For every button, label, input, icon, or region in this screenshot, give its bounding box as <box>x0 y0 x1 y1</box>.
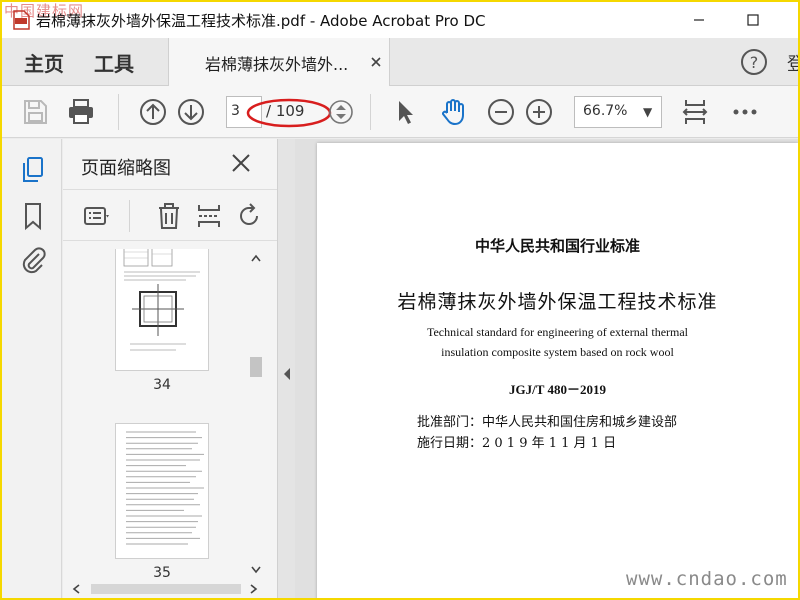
close-tab-icon[interactable] <box>370 56 382 68</box>
maximize-icon <box>747 14 759 26</box>
insert-page-icon[interactable] <box>195 202 223 230</box>
page-thumbnail-35[interactable] <box>115 423 209 559</box>
main-toolbar: 3 / 109 66.7% ▼ <box>2 86 798 138</box>
thumbnail-preview <box>123 249 200 351</box>
annotation-ellipse <box>246 98 332 128</box>
help-icon[interactable]: ? <box>740 48 768 76</box>
tab-tools[interactable]: 工具 <box>94 48 134 77</box>
page-stepper-icon[interactable] <box>326 97 356 127</box>
vertical-scrollbar[interactable] <box>249 249 263 579</box>
zoom-value: 66.7% <box>583 103 628 119</box>
attachment-icon[interactable] <box>18 245 48 275</box>
panel-title: 页面缩略图 <box>81 158 171 179</box>
rotate-page-icon[interactable] <box>235 202 263 230</box>
minimize-button[interactable] <box>676 2 722 38</box>
select-cursor-icon[interactable] <box>390 97 420 127</box>
document-tab[interactable]: 岩棉薄抹灰外墙外... <box>168 38 390 86</box>
english-title-line-1: Technical standard for engineering of ex… <box>426 325 689 339</box>
standard-code: JGJ/T 480－2019 <box>509 382 606 397</box>
save-icon[interactable] <box>20 97 50 127</box>
bookmark-icon[interactable] <box>18 201 48 231</box>
hand-tool-icon[interactable] <box>438 97 468 127</box>
document-title: 岩棉薄抹灰外墙外保温工程技术标准 <box>397 291 718 313</box>
toolbar-separator <box>129 200 130 232</box>
panel-collapse-handle[interactable] <box>277 139 295 598</box>
maximize-button[interactable] <box>730 2 776 38</box>
approval-department: 批准部门：中华人民共和国住房和城乡建设部 <box>417 415 678 430</box>
thumbnail-options-icon[interactable] <box>83 202 111 230</box>
title-bar: 中国建标网 岩棉薄抹灰外墙外保温工程技术标准.pdf - Adobe Acrob… <box>2 2 798 38</box>
next-page-icon[interactable] <box>176 97 206 127</box>
fit-page-icon[interactable] <box>680 97 710 127</box>
thumbnail-page-number: 34 <box>153 377 171 393</box>
watermark-bottom-right: www.cndao.com <box>626 568 788 590</box>
standard-category: 中华人民共和国行业标准 <box>474 237 640 255</box>
more-options-icon[interactable] <box>730 97 760 127</box>
tab-bar: 主页 工具 岩棉薄抹灰外墙外... ? 登 <box>2 38 798 86</box>
chevron-down-icon: ▼ <box>643 105 653 119</box>
app-window: 中国建标网 岩棉薄抹灰外墙外保温工程技术标准.pdf - Adobe Acrob… <box>0 0 800 600</box>
effective-date: 施行日期：2 0 1 9 年 1 1 月 1 日 <box>417 436 617 451</box>
sign-in-link[interactable]: 登 <box>787 50 798 76</box>
print-icon[interactable] <box>66 97 96 127</box>
zoom-dropdown[interactable]: 66.7% ▼ <box>574 96 662 128</box>
svg-text:?: ? <box>750 53 759 72</box>
zoom-in-icon[interactable] <box>524 97 554 127</box>
thumbnail-preview <box>126 431 204 545</box>
horizontal-scrollbar[interactable] <box>67 581 263 597</box>
previous-page-icon[interactable] <box>138 97 168 127</box>
document-viewport[interactable]: 中华人民共和国行业标准 岩棉薄抹灰外墙外保温工程技术标准 Technical s… <box>295 139 798 598</box>
window-title: 岩棉薄抹灰外墙外保温工程技术标准.pdf - Adobe Acrobat Pro… <box>36 12 486 30</box>
document-page: 中华人民共和国行业标准 岩棉薄抹灰外墙外保温工程技术标准 Technical s… <box>317 143 798 598</box>
left-navigation-rail <box>2 139 62 598</box>
toolbar-separator <box>370 94 371 130</box>
page-thumbnails-icon[interactable] <box>18 155 48 185</box>
collapse-left-icon <box>284 368 290 380</box>
toolbar-separator <box>118 94 119 130</box>
trash-icon[interactable] <box>155 202 183 230</box>
thumbnail-list: 34 35 <box>63 249 253 579</box>
thumbnail-toolbar <box>63 189 277 241</box>
thumbnails-panel: 页面缩略图 34 35 <box>63 139 277 598</box>
document-tab-label: 岩棉薄抹灰外墙外... <box>205 55 349 74</box>
thumbnail-page-number: 35 <box>153 565 171 579</box>
minimize-icon <box>694 19 704 21</box>
zoom-out-icon[interactable] <box>486 97 516 127</box>
tab-home[interactable]: 主页 <box>24 48 64 77</box>
page-thumbnail-34[interactable] <box>115 249 209 371</box>
close-icon[interactable] <box>231 153 251 173</box>
english-title-line-2: insulation composite system based on roc… <box>441 345 674 359</box>
